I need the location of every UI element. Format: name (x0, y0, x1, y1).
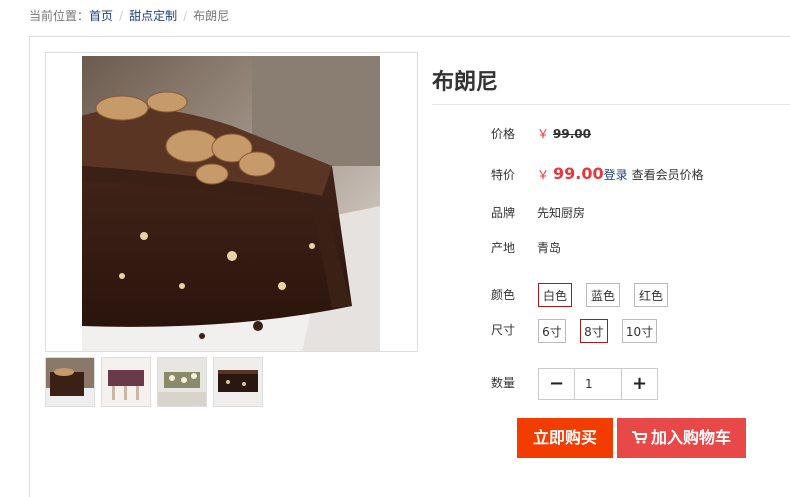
brownie-photo (82, 56, 380, 351)
product-title: 布朗尼 (432, 70, 499, 95)
login-link[interactable]: 登录 (604, 168, 628, 182)
thumbnail-3[interactable] (157, 357, 207, 407)
breadcrumb-prefix: 当前位置： (29, 9, 90, 23)
origin-row: 产地 青岛 (491, 238, 561, 258)
thumbnail-image (46, 358, 94, 406)
color-row: 颜色 (491, 285, 537, 305)
origin-value: 青岛 (537, 241, 562, 255)
thumbnail-2[interactable] (101, 357, 151, 407)
member-price-text: 查看会员价格 (631, 168, 704, 182)
buy-now-button[interactable]: 立即购买 (517, 418, 613, 458)
thumbnail-1[interactable] (45, 357, 95, 407)
brand-value: 先知厨房 (537, 206, 586, 220)
cart-icon (631, 430, 647, 443)
brand-label: 品牌 (491, 206, 516, 220)
currency-symbol: ￥ (537, 168, 550, 182)
size-row: 尺寸 (491, 320, 537, 340)
add-to-cart-button[interactable]: 加入购物车 (617, 418, 746, 458)
special-price: 99.00 (553, 164, 604, 183)
price-row: 价格 ￥ 99.00 (491, 124, 591, 144)
currency-symbol: ￥ (537, 127, 550, 141)
add-to-cart-label: 加入购物车 (650, 428, 731, 447)
thumbnail-image (158, 358, 206, 406)
thumbnail-image (102, 358, 150, 406)
color-option-blue[interactable]: 蓝色 (586, 283, 620, 307)
size-label: 尺寸 (491, 323, 516, 337)
quantity-input[interactable] (575, 369, 621, 399)
title-divider (432, 104, 790, 105)
color-label: 颜色 (491, 288, 516, 302)
special-price-row: 特价 ￥ 99.00登录 查看会员价格 (491, 164, 704, 184)
color-option-red[interactable]: 红色 (634, 283, 668, 307)
breadcrumb-category-link[interactable]: 甜点定制 (129, 9, 177, 23)
quantity-stepper: − + (538, 368, 658, 400)
original-price: 99.00 (553, 127, 591, 141)
breadcrumb-separator: / (183, 9, 188, 23)
quantity-label: 数量 (491, 376, 516, 390)
brand-row: 品牌 先知厨房 (491, 203, 585, 223)
breadcrumb-separator: / (119, 9, 124, 23)
size-option-6[interactable]: 6寸 (538, 319, 566, 343)
price-label: 价格 (491, 127, 516, 141)
thumbnail-4[interactable] (213, 357, 263, 407)
quantity-row: 数量 (491, 373, 537, 393)
thumbnail-image (214, 358, 262, 406)
breadcrumb-home-link[interactable]: 首页 (89, 9, 113, 23)
breadcrumb: 当前位置：首页 / 甜点定制 / 布朗尼 (29, 8, 229, 24)
color-option-white[interactable]: 白色 (538, 283, 572, 307)
special-price-label: 特价 (491, 168, 516, 182)
minus-icon[interactable]: − (539, 369, 575, 399)
breadcrumb-current: 布朗尼 (193, 9, 230, 23)
origin-label: 产地 (491, 241, 516, 255)
plus-icon[interactable]: + (621, 369, 657, 399)
product-main-image (45, 52, 418, 352)
size-option-10[interactable]: 10寸 (622, 319, 657, 343)
size-option-8[interactable]: 8寸 (580, 319, 608, 343)
